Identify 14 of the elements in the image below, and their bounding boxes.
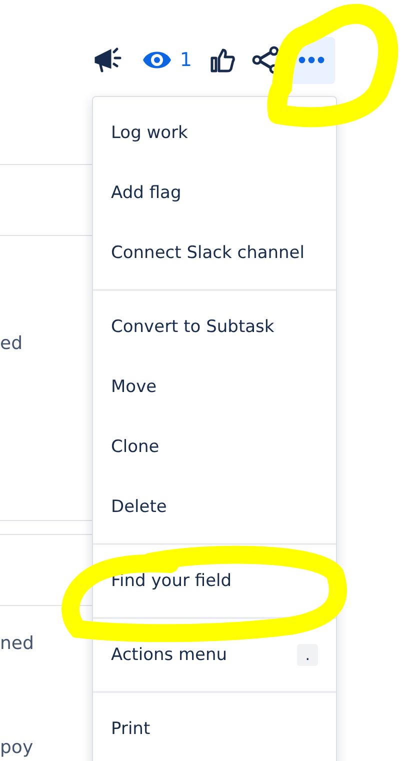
menu-item[interactable]: Connect Slack channel: [93, 223, 336, 283]
menu-item[interactable]: Print: [93, 699, 336, 759]
background-text: ned: [0, 633, 35, 655]
menu-item[interactable]: Actions menu .: [93, 625, 336, 685]
menu-item[interactable]: Add flag: [93, 163, 336, 223]
menu-item[interactable]: Clone: [93, 417, 336, 477]
menu-item[interactable]: Delete: [93, 477, 336, 537]
background-text: poy: [0, 737, 34, 759]
menu-item[interactable]: Convert to Subtask: [93, 297, 336, 357]
menu-item[interactable]: Log work: [93, 103, 336, 163]
keyboard-shortcut: .: [297, 644, 318, 666]
background-text: ed: [0, 333, 24, 355]
watch-button[interactable]: 1: [132, 36, 202, 84]
menu-item[interactable]: Move: [93, 357, 336, 417]
